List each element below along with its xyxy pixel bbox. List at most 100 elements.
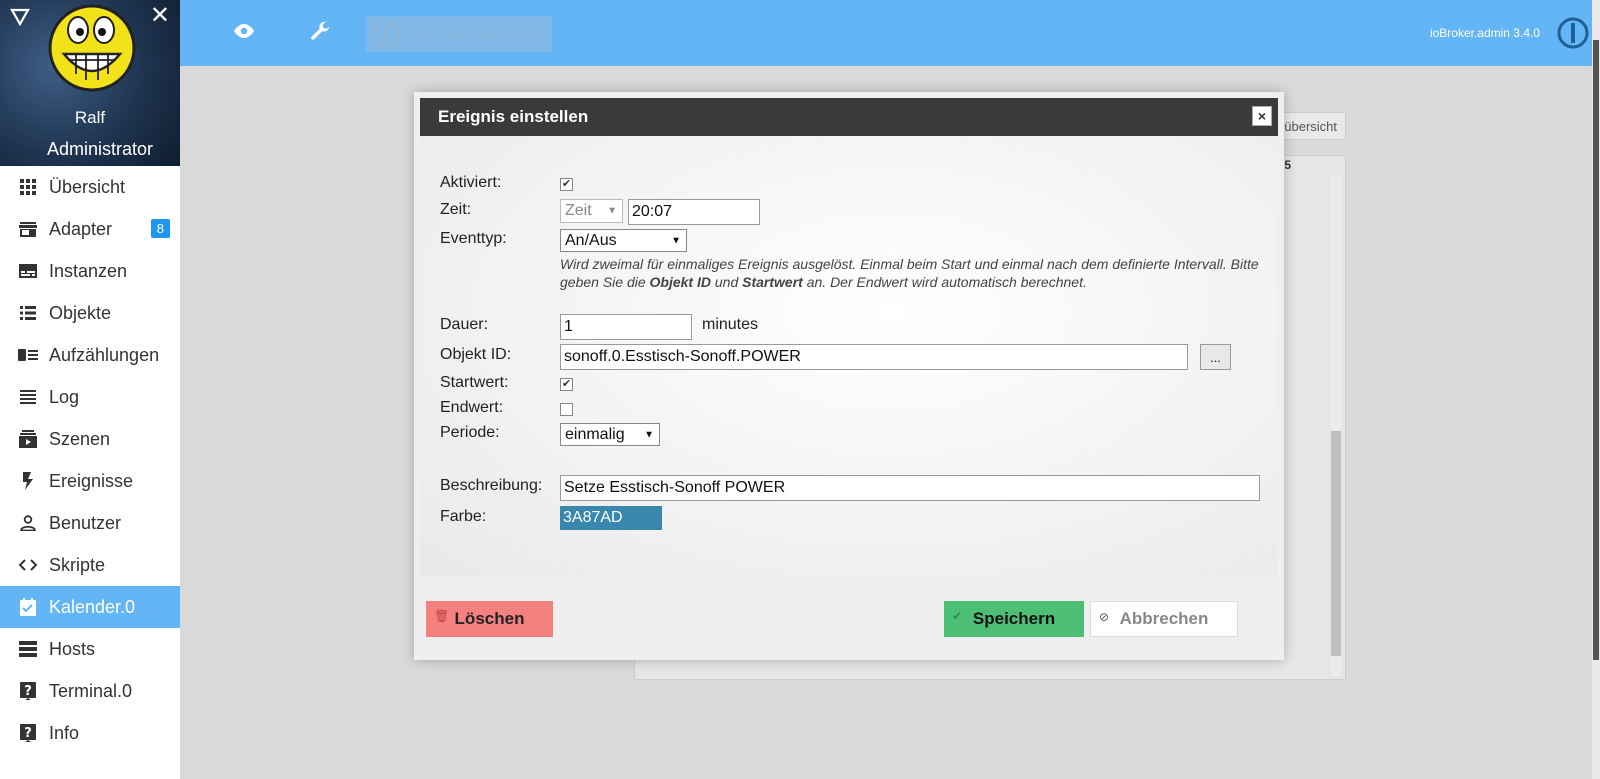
calendar-icon: [18, 597, 38, 617]
sidebar-item-kalender[interactable]: Kalender.0: [0, 586, 180, 628]
dauer-input[interactable]: 1: [560, 314, 692, 340]
endwert-label: Endwert:: [440, 399, 504, 416]
host-button[interactable]: HOST RASPBERRYPI: [366, 16, 552, 52]
dialog-body: Aktiviert: ✔ Zeit: Zeit ▼ 20:07 Eventtyp…: [420, 136, 1278, 576]
save-button-label: Speichern: [972, 609, 1056, 628]
close-sidebar-icon[interactable]: ✕: [150, 4, 170, 28]
delete-button[interactable]: 🗑 Löschen: [426, 601, 553, 637]
eventtyp-label: Eventtyp:: [440, 230, 507, 247]
iobroker-logo-icon: [1556, 16, 1590, 55]
periode-select[interactable]: einmalig ▼: [560, 423, 660, 446]
beschreibung-input[interactable]: Setze Esstisch-Sonoff POWER: [560, 475, 1260, 501]
sidebar-item-label: Skripte: [49, 554, 106, 575]
sidebar-item-label: Terminal.0: [49, 680, 133, 701]
sidebar-item-label: Aufzählungen: [49, 344, 160, 365]
avatar: [46, 2, 138, 94]
eye-icon[interactable]: [232, 22, 256, 45]
sidebar-item-uebersicht[interactable]: Übersicht: [0, 166, 180, 208]
sidebar-item-label: Übersicht: [49, 176, 126, 197]
sidebar-item-aufzaehlungen[interactable]: Aufzählungen: [0, 334, 180, 376]
sidebar-item-ereignisse[interactable]: Ereignisse: [0, 460, 180, 502]
sidebar-item-szenen[interactable]: Szenen: [0, 418, 180, 460]
person-icon: [18, 513, 38, 533]
grid-scrollbar[interactable]: [1331, 176, 1341, 676]
user-name: Ralf: [74, 108, 106, 127]
cancel-button[interactable]: ⊘ Abbrechen: [1090, 601, 1238, 637]
code-icon: [18, 555, 38, 575]
sidebar-item-label: Szenen: [49, 428, 111, 449]
eventtyp-select[interactable]: An/Aus ▼: [560, 229, 687, 252]
sidebar-item-label: Log: [49, 386, 80, 407]
grid-icon: [18, 177, 38, 197]
version-label: ioBroker.admin 3.4.0: [1429, 26, 1540, 40]
sidebar-item-label: Ereignisse: [49, 470, 134, 491]
periode-value: einmalig: [565, 425, 625, 443]
sidebar-item-benutzer[interactable]: Benutzer: [0, 502, 180, 544]
sidebar-item-label: Adapter: [49, 218, 113, 239]
event-dialog: Ereignis einstellen × Aktiviert: ✔ Zeit:…: [414, 92, 1284, 660]
menu-toggle-icon[interactable]: [10, 8, 30, 27]
sidebar-item-skripte[interactable]: Skripte: [0, 544, 180, 586]
store-icon: [18, 219, 38, 239]
dialog-title-bar[interactable]: Ereignis einstellen ×: [420, 98, 1278, 136]
sidebar-item-hosts[interactable]: Hosts: [0, 628, 180, 670]
lines-icon: [18, 387, 38, 407]
enum-icon: [18, 345, 38, 365]
chevron-down-icon: ▼: [607, 205, 617, 217]
iobroker-logo-icon: [372, 20, 400, 48]
delete-button-label: Löschen: [454, 609, 525, 628]
event-type-hint: Wird zweimal für einmaliges Ereignis aus…: [560, 256, 1259, 290]
aktiviert-label: Aktiviert:: [440, 174, 502, 191]
sidebar-nav: Übersicht Adapter 8 Instanzen Objekte Au…: [0, 166, 180, 754]
objekt-id-input[interactable]: sonoff.0.Esstisch-Sonoff.POWER: [560, 344, 1188, 370]
cancel-icon: ⊘: [1099, 610, 1110, 624]
svg-text:?: ?: [24, 726, 32, 741]
zeit-input[interactable]: 20:07: [628, 199, 760, 225]
farbe-input[interactable]: 3A87AD: [560, 506, 662, 530]
flash-icon: [18, 471, 38, 491]
sidebar-item-adapter[interactable]: Adapter 8: [0, 208, 180, 250]
top-bar: HOST RASPBERRYPI ioBroker.admin 3.4.0: [180, 0, 1600, 66]
zeit-mode-select[interactable]: Zeit ▼: [560, 199, 623, 223]
subscriptions-icon: [18, 429, 38, 449]
chevron-down-icon: ▼: [644, 429, 654, 440]
dialog-close-button[interactable]: ×: [1252, 106, 1272, 126]
farbe-label: Farbe:: [440, 508, 487, 525]
cancel-button-label: Abbrechen: [1119, 609, 1209, 628]
sidebar: ✕ Ralf Administrator Übersicht Adapter 8: [0, 0, 180, 779]
help-icon: ?: [18, 681, 38, 701]
startwert-label: Startwert:: [440, 374, 509, 391]
periode-label: Periode:: [440, 424, 500, 441]
objekt-id-label: Objekt ID:: [440, 346, 512, 363]
host-label: HOST RASPBERRYPI: [406, 26, 543, 42]
aktiviert-checkbox[interactable]: ✔: [560, 178, 573, 191]
zeit-mode-value: Zeit: [565, 202, 592, 219]
sidebar-item-info[interactable]: ? Info: [0, 712, 180, 754]
chevron-down-icon: ▼: [671, 235, 681, 246]
wrench-icon[interactable]: [308, 20, 332, 49]
page-scrollbar[interactable]: [1592, 0, 1600, 779]
startwert-checkbox[interactable]: ✔: [560, 378, 573, 391]
storage-icon: [18, 639, 38, 659]
endwert-checkbox[interactable]: [560, 403, 573, 416]
svg-text:?: ?: [24, 684, 32, 699]
check-icon: ✔: [952, 609, 963, 623]
eventtyp-value: An/Aus: [565, 231, 617, 249]
sidebar-item-instanzen[interactable]: Instanzen: [0, 250, 180, 292]
adapter-count-badge: 8: [150, 219, 170, 238]
sidebar-item-label: Hosts: [49, 638, 96, 659]
sidebar-item-label: Kalender.0: [49, 596, 136, 617]
sidebar-item-label: Objekte: [49, 302, 112, 323]
sidebar-item-label: Instanzen: [49, 260, 128, 281]
objekt-id-browse-button[interactable]: ...: [1200, 344, 1231, 370]
dialog-title: Ereignis einstellen: [438, 107, 589, 126]
beschreibung-label: Beschreibung:: [440, 477, 543, 494]
sidebar-item-terminal[interactable]: ? Terminal.0: [0, 670, 180, 712]
profile-header: ✕ Ralf Administrator: [0, 0, 180, 166]
user-role: Administrator: [46, 139, 154, 159]
sidebar-item-objekte[interactable]: Objekte: [0, 292, 180, 334]
list-icon: [18, 303, 38, 323]
subtitles-icon: [18, 261, 38, 281]
sidebar-item-log[interactable]: Log: [0, 376, 180, 418]
save-button[interactable]: ✔ Speichern: [944, 601, 1084, 637]
